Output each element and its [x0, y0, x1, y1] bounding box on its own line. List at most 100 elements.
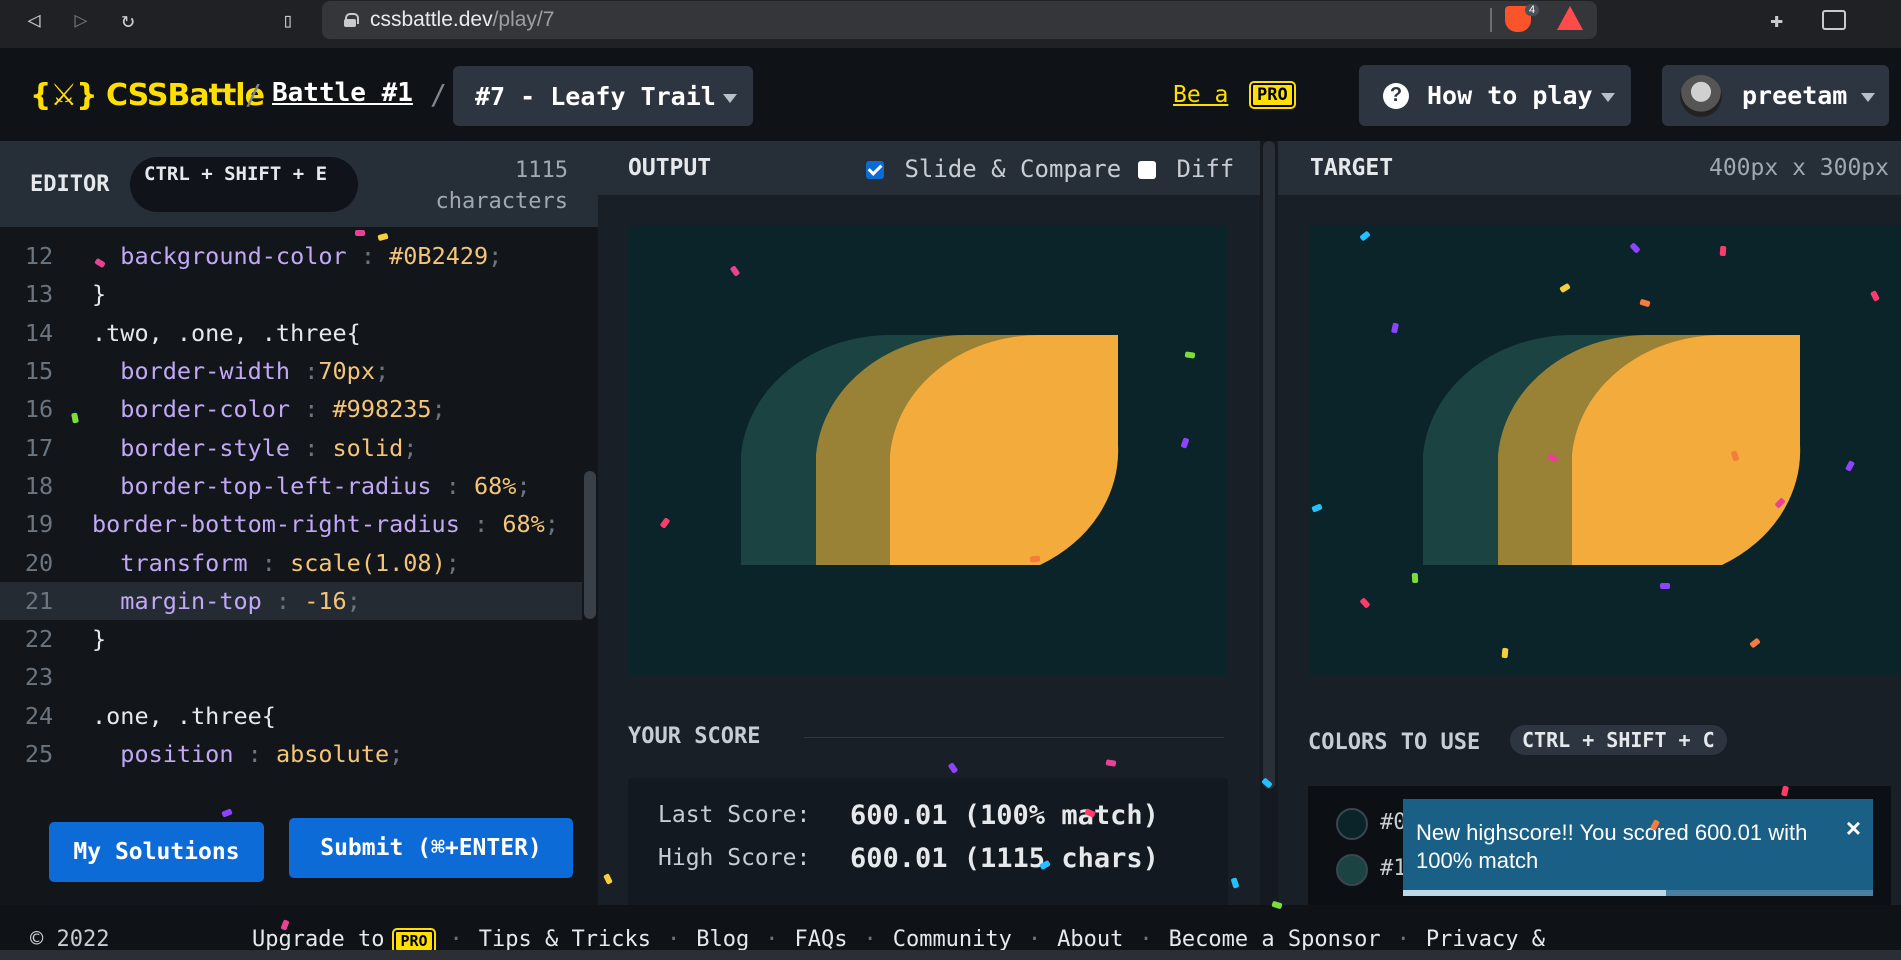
diff-label: Diff	[1176, 155, 1235, 183]
reload-icon[interactable]: ↻	[108, 0, 148, 40]
shield-count-badge: 4	[1525, 4, 1540, 16]
line-number: 12	[24, 242, 54, 271]
confetti-piece	[1659, 582, 1671, 590]
editor-scrollbar[interactable]	[584, 471, 596, 619]
toast-progress-bar	[1403, 890, 1873, 896]
panel-divider[interactable]	[1260, 141, 1278, 905]
code-line[interactable]: 23	[0, 658, 582, 696]
level-select[interactable]: #7 - Leafy Trail	[453, 66, 753, 126]
footer-link-tips[interactable]: Tips & Tricks	[479, 927, 651, 952]
color-swatch[interactable]	[1336, 854, 1368, 886]
submit-button[interactable]: Submit (⌘+ENTER)	[289, 818, 573, 878]
high-score-value: 600.01 (1115 chars)	[850, 843, 1159, 874]
line-number: 18	[24, 471, 54, 500]
line-number: 23	[24, 663, 54, 692]
address-bar[interactable]: cssbattle.dev/play/7	[322, 1, 1597, 39]
wallet-icon[interactable]	[1822, 10, 1846, 30]
code-line[interactable]: 15 border-width :70px;	[0, 352, 582, 390]
horizontal-scrollbar[interactable]	[0, 950, 1901, 960]
lock-icon	[344, 13, 359, 27]
rewards-icon[interactable]	[1557, 6, 1583, 30]
target-header: TARGET 400px x 300px	[1278, 141, 1901, 195]
footer-link-upgrade[interactable]: Upgrade to PRO	[252, 927, 436, 954]
code-editor[interactable]: 12 background-color : #0B2429; 13} 14 .two,…	[0, 237, 582, 797]
bookmark-icon[interactable]: ▯	[268, 0, 308, 40]
code-line[interactable]: 16 border-color : #998235;	[0, 390, 582, 428]
slide-compare-toggle[interactable]: Slide & Compare	[866, 155, 1121, 183]
output-panel: OUTPUT Slide & Compare Diff YOUR SCORE L…	[598, 141, 1260, 918]
checkbox-unchecked-icon[interactable]	[1138, 161, 1156, 179]
toast-message: New highscore!! You scored 600.01 with 1…	[1416, 820, 1808, 873]
leaf-output-drawing	[741, 334, 1119, 566]
footer-link-faqs[interactable]: FAQs	[794, 927, 847, 952]
footer-link-privacy[interactable]: Privacy &	[1426, 927, 1545, 952]
colors-title: COLORS TO USE	[1308, 730, 1481, 755]
editor-header: EDITOR CTRL + SHIFT + E 1115 characters	[0, 141, 598, 227]
code-line[interactable]: 14 .two, .one, .three{	[0, 314, 582, 352]
target-canvas	[1310, 225, 1901, 675]
checkbox-checked-icon[interactable]	[866, 161, 884, 179]
char-count: 1115 characters	[436, 155, 568, 217]
chevron-down-icon	[723, 94, 737, 103]
be-pro-label: Be a	[1173, 82, 1229, 108]
highscore-toast: New highscore!! You scored 600.01 with 1…	[1403, 799, 1873, 896]
code-line[interactable]: 20 transform : scale(1.08);	[0, 543, 582, 581]
colors-shortcut-pill: CTRL + SHIFT + C	[1510, 725, 1727, 755]
footer-link-about[interactable]: About	[1057, 927, 1123, 952]
confetti-piece	[1029, 555, 1041, 563]
line-number: 16	[24, 395, 54, 424]
extensions-icon[interactable]: ✚	[1770, 8, 1794, 33]
color-swatch[interactable]	[1336, 808, 1368, 840]
char-count-label: characters	[435, 189, 568, 214]
footer-link-community[interactable]: Community	[893, 927, 1012, 952]
close-icon[interactable]: ×	[1846, 813, 1861, 844]
line-number: 14	[24, 318, 54, 347]
avatar	[1680, 74, 1722, 117]
back-icon[interactable]: ◁	[14, 0, 54, 40]
footer-link-blog[interactable]: Blog	[696, 927, 749, 952]
editor-title: EDITOR	[30, 172, 110, 197]
how-to-play-button[interactable]: ? How to play	[1359, 65, 1631, 126]
code-text: margin-top : -16;	[120, 586, 361, 615]
code-text: transform : scale(1.08);	[120, 548, 460, 577]
footer-link-sponsor[interactable]: Become a Sponsor	[1169, 927, 1381, 952]
code-line[interactable]: 12 background-color : #0B2429;	[0, 237, 582, 275]
char-count-value: 1115	[515, 158, 568, 183]
line-number: 21	[24, 586, 54, 615]
line-number: 20	[24, 548, 54, 577]
editor-shortcut-pill: CTRL + SHIFT + E	[130, 157, 358, 212]
chevron-down-icon	[1861, 93, 1875, 102]
code-line[interactable]: 25 position : absolute;	[0, 735, 582, 773]
code-text: }	[92, 625, 107, 654]
be-pro-link[interactable]: Be a PRO	[1173, 81, 1296, 109]
forward-icon[interactable]: ▷	[61, 0, 101, 40]
my-solutions-button[interactable]: My Solutions	[49, 822, 264, 882]
code-line[interactable]: 18 border-top-left-radius : 68%;	[0, 467, 582, 505]
code-line[interactable]: 17 border-style : solid;	[0, 428, 582, 466]
code-line[interactable]: 22}	[0, 620, 582, 658]
code-line[interactable]: 13}	[0, 275, 582, 313]
footer-links: Upgrade to PRO · Tips & Tricks · Blog · F…	[252, 927, 1546, 954]
target-panel: TARGET 400px x 300px COLORS TO USE CTRL …	[1278, 141, 1901, 906]
diff-toggle[interactable]: Diff	[1138, 155, 1234, 183]
code-line[interactable]: 19 border-bottom-right-radius : 68%;	[0, 505, 582, 543]
divider-grip[interactable]	[1263, 141, 1275, 789]
user-menu[interactable]: preetam	[1662, 65, 1889, 126]
code-line[interactable]: 21 margin-top : -16;	[0, 581, 582, 620]
code-line[interactable]: 24 .one, .three{	[0, 697, 582, 735]
last-score-label: Last Score:	[658, 802, 811, 828]
code-text: border-color : #998235;	[120, 395, 446, 424]
slide-compare-label: Slide & Compare	[904, 155, 1122, 183]
code-text: }	[92, 280, 107, 309]
pro-badge: PRO	[392, 928, 436, 954]
how-to-play-label: How to play	[1427, 81, 1593, 110]
line-number: 25	[24, 740, 54, 768]
code-text: border-bottom-right-radius : 68%;	[92, 510, 559, 539]
battle-link[interactable]: Battle #1	[272, 78, 413, 108]
confetti-piece	[1184, 351, 1196, 359]
output-title: OUTPUT	[628, 155, 712, 181]
output-canvas[interactable]	[628, 225, 1228, 675]
code-text: border-width :70px;	[120, 357, 390, 386]
cssbattle-logo[interactable]: {⚔} CSSBattle	[30, 78, 265, 113]
editor-panel: EDITOR CTRL + SHIFT + E 1115 characters …	[0, 141, 598, 905]
